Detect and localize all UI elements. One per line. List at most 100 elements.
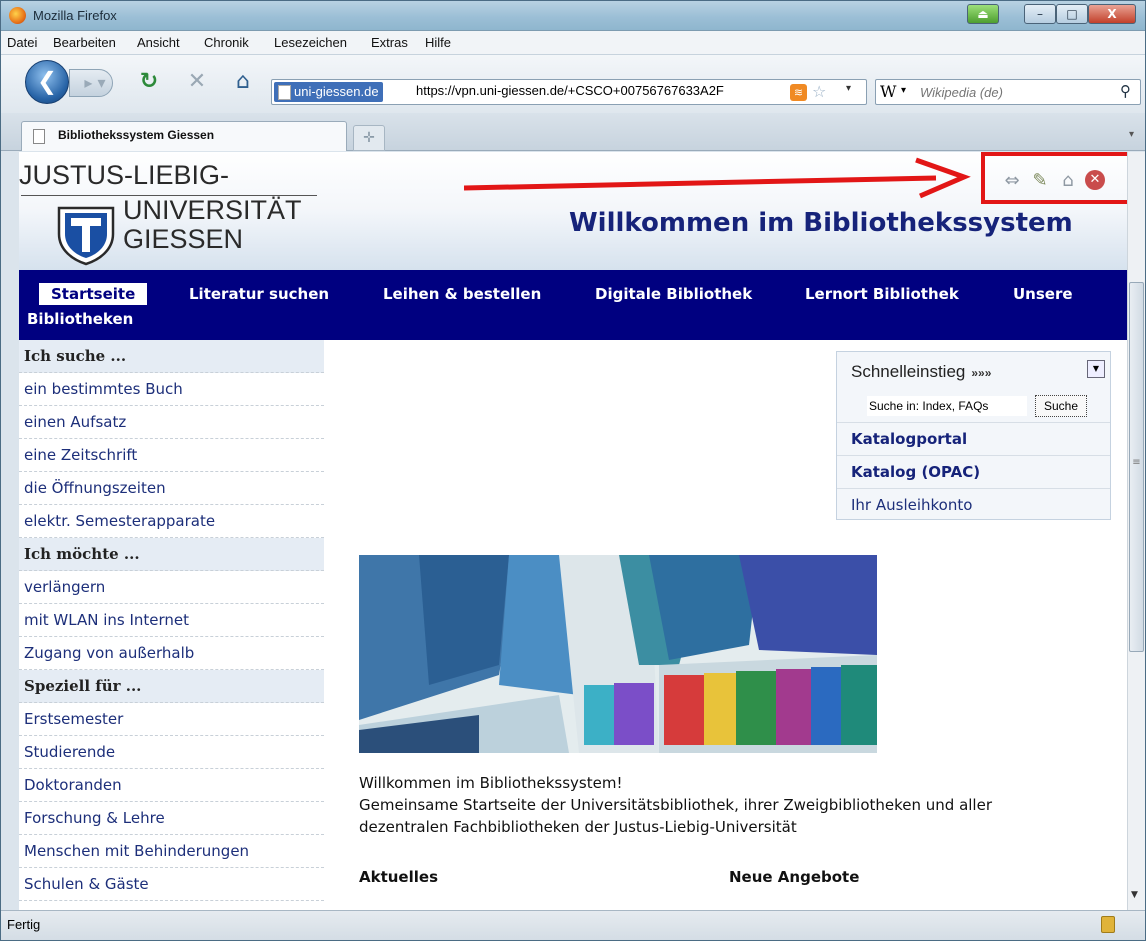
search-input[interactable] bbox=[920, 80, 1116, 104]
page-header: JUSTUS-LIEBIG- UNIVERSITÄT GIESSEN ⇔ ✎ ⌂… bbox=[19, 152, 1127, 270]
bookmark-star-icon[interactable]: ☆ bbox=[812, 82, 826, 101]
sidebar-heading-ich-suche: Ich suche ... bbox=[19, 340, 324, 373]
sidebar-item-semesterapparate[interactable]: elektr. Semesterapparate bbox=[19, 505, 324, 538]
intro-line1: Willkommen im Bibliothekssystem! bbox=[359, 774, 623, 792]
browser-window: Mozilla Firefox ⏏ – □ X Datei Bearbeiten… bbox=[0, 0, 1146, 941]
firefox-icon bbox=[9, 7, 26, 24]
window-title: Mozilla Firefox bbox=[33, 8, 117, 23]
quick-search-input[interactable] bbox=[867, 396, 1027, 416]
university-name-line1: JUSTUS-LIEBIG- bbox=[19, 160, 230, 190]
search-icon[interactable]: ⚲ bbox=[1120, 82, 1131, 100]
minimize-button[interactable]: – bbox=[1024, 4, 1056, 24]
search-engine-dropdown-icon[interactable]: ▾ bbox=[901, 85, 906, 96]
library-bookshelf-image bbox=[359, 555, 877, 753]
vertical-scrollbar[interactable]: ≡ ▼ bbox=[1127, 152, 1145, 910]
status-bar: Fertig bbox=[1, 910, 1145, 940]
annotation-highlight-box: ⇔ ✎ ⌂ ✕ bbox=[981, 152, 1127, 204]
quick-access-box: Schnelleinstieg »»» ▼ Suche Katalogportal… bbox=[836, 351, 1111, 520]
menu-bearbeiten[interactable]: Bearbeiten bbox=[53, 35, 116, 50]
lock-icon[interactable] bbox=[1101, 916, 1115, 933]
nav-digitale-bibliothek[interactable]: Digitale Bibliothek bbox=[595, 285, 752, 303]
nav-startseite[interactable]: Startseite bbox=[39, 283, 148, 305]
sidebar-item-forschung[interactable]: Forschung & Lehre bbox=[19, 802, 324, 835]
quick-search-button[interactable]: Suche bbox=[1035, 395, 1087, 417]
sidebar-heading-speziell: Speziell für ... bbox=[19, 670, 324, 703]
sidebar-item-zeitschrift[interactable]: eine Zeitschrift bbox=[19, 439, 324, 472]
university-name-universitaet: UNIVERSITÄT bbox=[123, 195, 302, 225]
main-navigation: Startseite Literatur suchen Leihen & bes… bbox=[19, 270, 1127, 340]
sidebar-heading-ich-moechte: Ich möchte ... bbox=[19, 538, 324, 571]
link-ausleihkonto[interactable]: Ihr Ausleihkonto bbox=[837, 488, 1110, 521]
tab-active[interactable]: Bibliothekssystem Giessen bbox=[21, 121, 347, 151]
menu-lesezeichen[interactable]: Lesezeichen bbox=[274, 35, 347, 50]
page-content: JUSTUS-LIEBIG- UNIVERSITÄT GIESSEN ⇔ ✎ ⌂… bbox=[19, 152, 1127, 910]
sidebar: Ich suche ... ein bestimmtes Buch einen … bbox=[19, 340, 324, 910]
sidebar-item-doktoranden[interactable]: Doktoranden bbox=[19, 769, 324, 802]
maximize-button[interactable]: □ bbox=[1056, 4, 1088, 24]
page-icon bbox=[33, 129, 45, 144]
tab-list-dropdown-icon[interactable]: ▾ bbox=[1129, 129, 1134, 140]
menu-extras[interactable]: Extras bbox=[371, 35, 408, 50]
menu-datei[interactable]: Datei bbox=[7, 35, 37, 50]
new-tab-button[interactable]: ✛ bbox=[353, 125, 385, 151]
status-text: Fertig bbox=[7, 917, 41, 932]
sidebar-item-wlan[interactable]: mit WLAN ins Internet bbox=[19, 604, 324, 637]
logout-icon[interactable]: ✕ bbox=[1085, 170, 1105, 190]
navigation-icon[interactable]: ⇔ bbox=[1001, 170, 1023, 192]
sidebar-item-angehoerige[interactable]: Bibliotheksangehörige bbox=[19, 901, 324, 910]
back-button[interactable]: ❮ bbox=[25, 60, 69, 104]
url-history-dropdown-icon[interactable]: ▾ bbox=[846, 83, 851, 94]
search-bar: W ▾ ⚲ bbox=[875, 79, 1141, 105]
site-identity-button[interactable]: uni-giessen.de bbox=[274, 82, 383, 102]
heading-aktuelles: Aktuelles bbox=[359, 868, 438, 886]
university-name-line2: UNIVERSITÄT GIESSEN bbox=[123, 196, 302, 254]
scroll-down-arrow-icon[interactable]: ▼ bbox=[1131, 890, 1138, 900]
sidebar-item-erstsemester[interactable]: Erstsemester bbox=[19, 703, 324, 736]
forward-button[interactable]: ▸ ▾ bbox=[69, 69, 113, 97]
nav-literatur-suchen[interactable]: Literatur suchen bbox=[189, 285, 329, 303]
search-engine-icon[interactable]: W bbox=[880, 82, 896, 101]
sidebar-item-zugang[interactable]: Zugang von außerhalb bbox=[19, 637, 324, 670]
navigation-toolbar: ❮ ▸ ▾ ↻ ✕ ⌂ uni-giessen.de https://vpn.u… bbox=[1, 55, 1145, 113]
quick-access-dropdown-icon[interactable]: ▼ bbox=[1087, 360, 1105, 378]
nav-bibliotheken[interactable]: Bibliotheken bbox=[27, 310, 133, 328]
sidebar-item-schulen[interactable]: Schulen & Gäste bbox=[19, 868, 324, 901]
url-entry-icon[interactable]: ✎ bbox=[1029, 170, 1051, 192]
stop-icon[interactable]: ✕ bbox=[183, 69, 211, 95]
annotation-arrow bbox=[464, 157, 971, 199]
quick-access-title-arrows: »»» bbox=[971, 366, 992, 380]
menu-chronik[interactable]: Chronik bbox=[204, 35, 249, 50]
nav-lernort-bibliothek[interactable]: Lernort Bibliothek bbox=[805, 285, 959, 303]
extra-window-button[interactable]: ⏏ bbox=[967, 4, 999, 24]
scrollbar-thumb[interactable]: ≡ bbox=[1129, 282, 1144, 652]
sidebar-item-buch[interactable]: ein bestimmtes Buch bbox=[19, 373, 324, 406]
menu-bar: Datei Bearbeiten Ansicht Chronik Lesezei… bbox=[1, 31, 1145, 55]
tab-label: Bibliothekssystem Giessen bbox=[58, 128, 215, 142]
nav-leihen-bestellen[interactable]: Leihen & bestellen bbox=[383, 285, 541, 303]
sidebar-item-behinderungen[interactable]: Menschen mit Behinderungen bbox=[19, 835, 324, 868]
home-icon[interactable]: ⌂ bbox=[1057, 170, 1079, 192]
title-bar: Mozilla Firefox ⏏ – □ X bbox=[1, 1, 1145, 31]
link-katalog-opac[interactable]: Katalog (OPAC) bbox=[837, 455, 1110, 488]
university-name-giessen: GIESSEN bbox=[123, 224, 244, 254]
menu-hilfe[interactable]: Hilfe bbox=[425, 35, 451, 50]
sidebar-item-oeffnungszeiten[interactable]: die Öffnungszeiten bbox=[19, 472, 324, 505]
sidebar-item-aufsatz[interactable]: einen Aufsatz bbox=[19, 406, 324, 439]
sidebar-item-studierende[interactable]: Studierende bbox=[19, 736, 324, 769]
page-title: Willkommen im Bibliothekssystem bbox=[569, 208, 1073, 238]
rss-feed-icon[interactable]: ≋ bbox=[790, 84, 807, 101]
url-text[interactable]: https://vpn.uni-giessen.de/+CSCO+0075676… bbox=[416, 83, 724, 98]
sidebar-item-verlaengern[interactable]: verlängern bbox=[19, 571, 324, 604]
tab-bar: Bibliothekssystem Giessen ✛ ▾ bbox=[1, 113, 1145, 151]
university-shield-logo bbox=[57, 206, 115, 266]
close-button[interactable]: X bbox=[1088, 4, 1136, 24]
reload-icon[interactable]: ↻ bbox=[135, 69, 163, 95]
link-katalogportal[interactable]: Katalogportal bbox=[837, 422, 1110, 455]
home-icon[interactable]: ⌂ bbox=[229, 69, 257, 95]
quick-access-title: Schnelleinstieg »»» bbox=[851, 362, 991, 382]
nav-unsere[interactable]: Unsere bbox=[1013, 285, 1073, 303]
url-bar[interactable]: uni-giessen.de https://vpn.uni-giessen.d… bbox=[271, 79, 867, 105]
menu-ansicht[interactable]: Ansicht bbox=[137, 35, 180, 50]
quick-access-title-text: Schnelleinstieg bbox=[851, 362, 966, 381]
heading-neue-angebote: Neue Angebote bbox=[729, 868, 860, 886]
